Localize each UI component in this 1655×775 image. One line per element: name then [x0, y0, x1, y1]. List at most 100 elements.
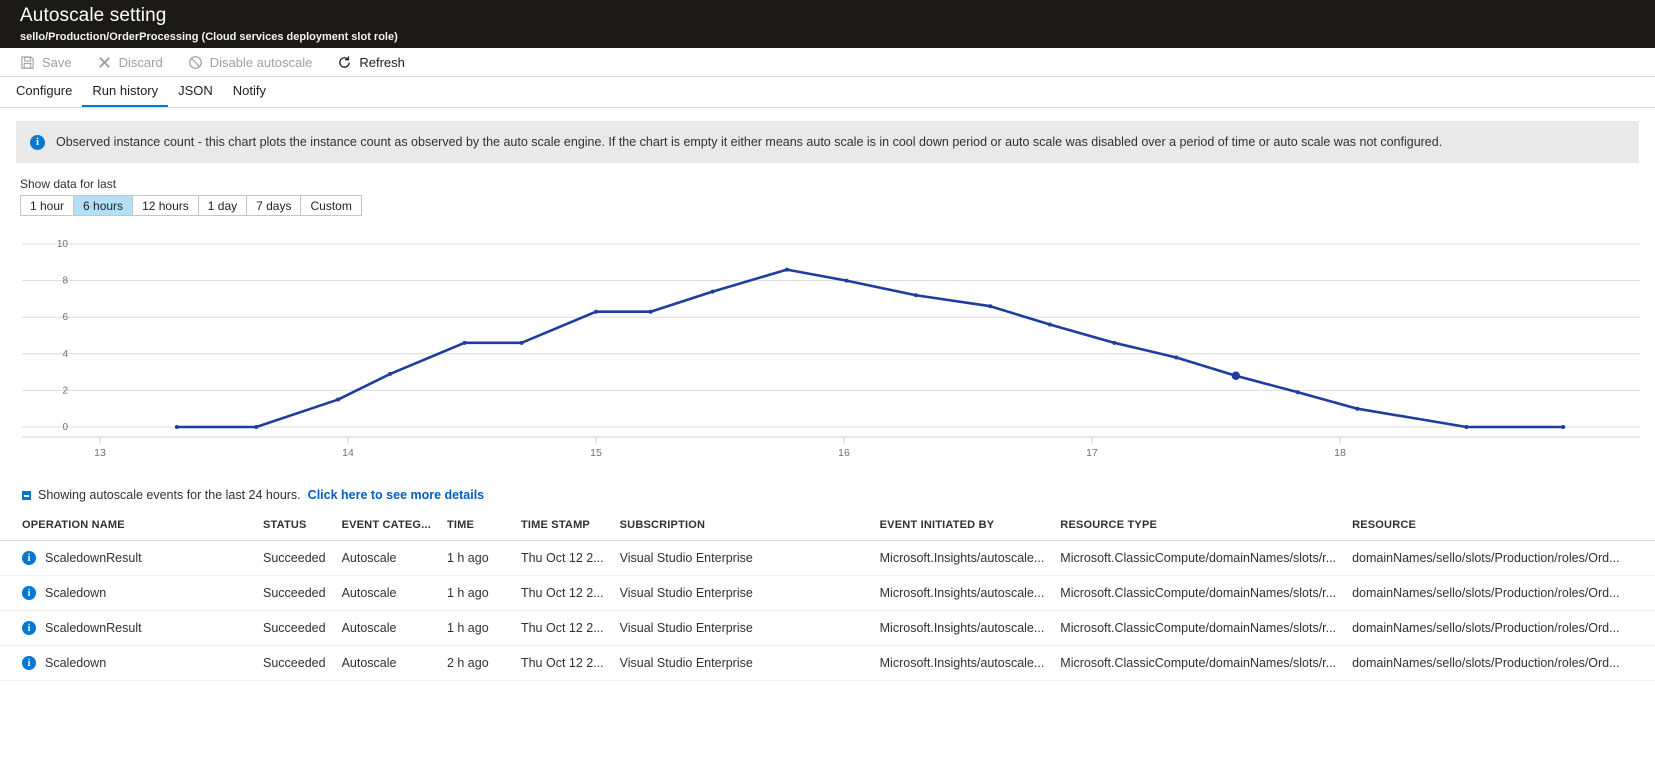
- chart-data-point[interactable]: [519, 340, 524, 345]
- page-subtitle: sello/Production/OrderProcessing (Cloud …: [20, 31, 398, 43]
- cell-category: Autoscale: [333, 540, 439, 576]
- operation-cell: i Scaledown: [22, 656, 247, 670]
- refresh-icon: [337, 55, 352, 70]
- chart-data-point[interactable]: [254, 425, 259, 429]
- page-header: Autoscale setting sello/Production/Order…: [0, 0, 1655, 48]
- range-button-custom[interactable]: Custom: [301, 196, 361, 215]
- chart-data-point[interactable]: [388, 371, 393, 376]
- events-table-header-row: OPERATION NAME STATUS EVENT CATEG... TIM…: [0, 519, 1655, 541]
- cell-subscription: Visual Studio Enterprise: [611, 575, 872, 611]
- cell-status: Succeeded: [255, 610, 334, 646]
- collapse-icon[interactable]: [22, 490, 31, 500]
- cell-resource-type: Microsoft.ClassicCompute/domainNames/slo…: [1052, 645, 1345, 681]
- cell-time: 1 h ago: [438, 575, 513, 611]
- range-button-1-hour[interactable]: 1 hour: [21, 196, 75, 215]
- chart-data-point[interactable]: [1047, 322, 1052, 327]
- cell-resource: domainNames/sello/slots/Production/roles…: [1344, 645, 1655, 681]
- column-header-resource-type[interactable]: RESOURCE TYPE: [1052, 519, 1345, 541]
- info-icon: i: [22, 586, 36, 600]
- refresh-button[interactable]: Refresh: [337, 48, 416, 76]
- x-axis-tick-label: 13: [94, 447, 106, 459]
- x-axis-tick-label: 18: [1334, 447, 1346, 459]
- x-axis-tick-label: 17: [1086, 447, 1098, 459]
- chart-data-point[interactable]: [784, 267, 789, 272]
- chart-data-point[interactable]: [174, 425, 179, 429]
- chart-data-point[interactable]: [336, 397, 341, 402]
- time-range-label: Show data for last: [20, 177, 117, 191]
- tab-bar: Configure Run history JSON Notify: [0, 77, 1655, 108]
- cell-status: Succeeded: [255, 575, 334, 611]
- cell-time: 1 h ago: [438, 610, 513, 646]
- range-button-12-hours[interactable]: 12 hours: [133, 196, 199, 215]
- table-row[interactable]: i Scaledown Succeeded Autoscale 2 h ago Thu O…: [0, 645, 1655, 681]
- cell-timestamp: Thu Oct 12 2...: [512, 645, 612, 681]
- range-button-6-hours[interactable]: 6 hours: [74, 196, 134, 215]
- discard-icon: [97, 55, 112, 70]
- discard-button[interactable]: Discard: [97, 48, 174, 76]
- operation-cell: i Scaledown: [22, 586, 247, 600]
- chart-data-point[interactable]: [988, 304, 993, 309]
- y-axis-tick-label: 6: [62, 312, 68, 323]
- table-row[interactable]: i ScaledownResult Succeeded Autoscale 1 h ag…: [0, 610, 1655, 646]
- cell-initiated-by: Microsoft.Insights/autoscale...: [871, 575, 1053, 611]
- instance-count-chart[interactable]: 0 2 4 6 8 10 13 14 15 16 17 18: [0, 230, 1655, 480]
- info-icon: i: [22, 551, 36, 565]
- disable-autoscale-label: Disable autoscale: [209, 54, 313, 70]
- events-note-text: Showing autoscale events for the last 24…: [38, 488, 301, 502]
- refresh-label: Refresh: [359, 54, 405, 70]
- column-header-time[interactable]: TIME: [438, 519, 513, 541]
- events-table: OPERATION NAME STATUS EVENT CATEG... TIM…: [0, 519, 1655, 681]
- tab-run-history[interactable]: Run history: [82, 78, 169, 107]
- chart-data-point[interactable]: [1355, 406, 1360, 411]
- column-header-time-stamp[interactable]: TIME STAMP: [512, 519, 612, 541]
- chart-data-point[interactable]: [844, 278, 849, 283]
- range-button-7-days[interactable]: 7 days: [247, 196, 302, 215]
- info-banner-text: Observed instance count - this chart plo…: [56, 135, 1443, 149]
- cell-timestamp: Thu Oct 12 2...: [512, 540, 612, 576]
- tab-notify[interactable]: Notify: [223, 78, 276, 107]
- chart-data-point[interactable]: [1561, 425, 1566, 429]
- info-icon: i: [22, 621, 36, 635]
- cell-resource-type: Microsoft.ClassicCompute/domainNames/slo…: [1052, 610, 1345, 646]
- column-header-status[interactable]: STATUS: [255, 519, 334, 541]
- column-header-event-category[interactable]: EVENT CATEG...: [333, 519, 439, 541]
- page-title: Autoscale setting: [20, 5, 167, 26]
- chart-data-point[interactable]: [913, 293, 918, 298]
- y-axis-tick-label: 0: [62, 422, 68, 433]
- cell-resource: domainNames/sello/slots/Production/roles…: [1344, 540, 1655, 576]
- chart-data-point[interactable]: [710, 289, 715, 294]
- chart-data-point[interactable]: [1464, 425, 1469, 429]
- cell-category: Autoscale: [333, 575, 439, 611]
- tab-json[interactable]: JSON: [168, 78, 223, 107]
- chart-data-point[interactable]: [1112, 340, 1117, 345]
- column-header-resource[interactable]: RESOURCE: [1344, 519, 1655, 541]
- chart-data-point[interactable]: [594, 309, 598, 314]
- column-header-operation-name[interactable]: OPERATION NAME: [0, 519, 255, 541]
- chart-data-point[interactable]: [1174, 355, 1179, 360]
- x-axis-tick-label: 14: [342, 447, 354, 459]
- cell-status: Succeeded: [255, 645, 334, 681]
- save-button[interactable]: Save: [20, 48, 83, 76]
- y-axis-tick-label: 2: [62, 385, 68, 396]
- table-row[interactable]: i Scaledown Succeeded Autoscale 1 h ago Thu O…: [0, 575, 1655, 611]
- cell-resource: domainNames/sello/slots/Production/roles…: [1344, 575, 1655, 611]
- chart-data-point[interactable]: [1295, 390, 1300, 395]
- events-table-body: i ScaledownResult Succeeded Autoscale 1 h ag…: [0, 540, 1655, 681]
- y-axis-tick-label: 8: [62, 276, 68, 287]
- cell-initiated-by: Microsoft.Insights/autoscale...: [871, 645, 1053, 681]
- column-header-event-initiated-by[interactable]: EVENT INITIATED BY: [871, 519, 1053, 541]
- disable-autoscale-button[interactable]: Disable autoscale: [188, 48, 324, 76]
- table-row[interactable]: i ScaledownResult Succeeded Autoscale 1 h ag…: [0, 540, 1655, 576]
- chart-highlighted-point[interactable]: [1231, 371, 1241, 380]
- events-note: Showing autoscale events for the last 24…: [0, 488, 1655, 502]
- tab-configure[interactable]: Configure: [6, 78, 82, 107]
- y-axis-tick-label: 4: [62, 349, 68, 360]
- events-details-link[interactable]: Click here to see more details: [308, 488, 484, 502]
- cell-subscription: Visual Studio Enterprise: [611, 645, 872, 681]
- chart-data-point[interactable]: [462, 340, 467, 345]
- chart-data-point[interactable]: [648, 309, 653, 314]
- disable-icon: [188, 55, 203, 70]
- column-header-subscription[interactable]: SUBSCRIPTION: [611, 519, 872, 541]
- cell-initiated-by: Microsoft.Insights/autoscale...: [871, 540, 1053, 576]
- range-button-1-day[interactable]: 1 day: [198, 196, 248, 215]
